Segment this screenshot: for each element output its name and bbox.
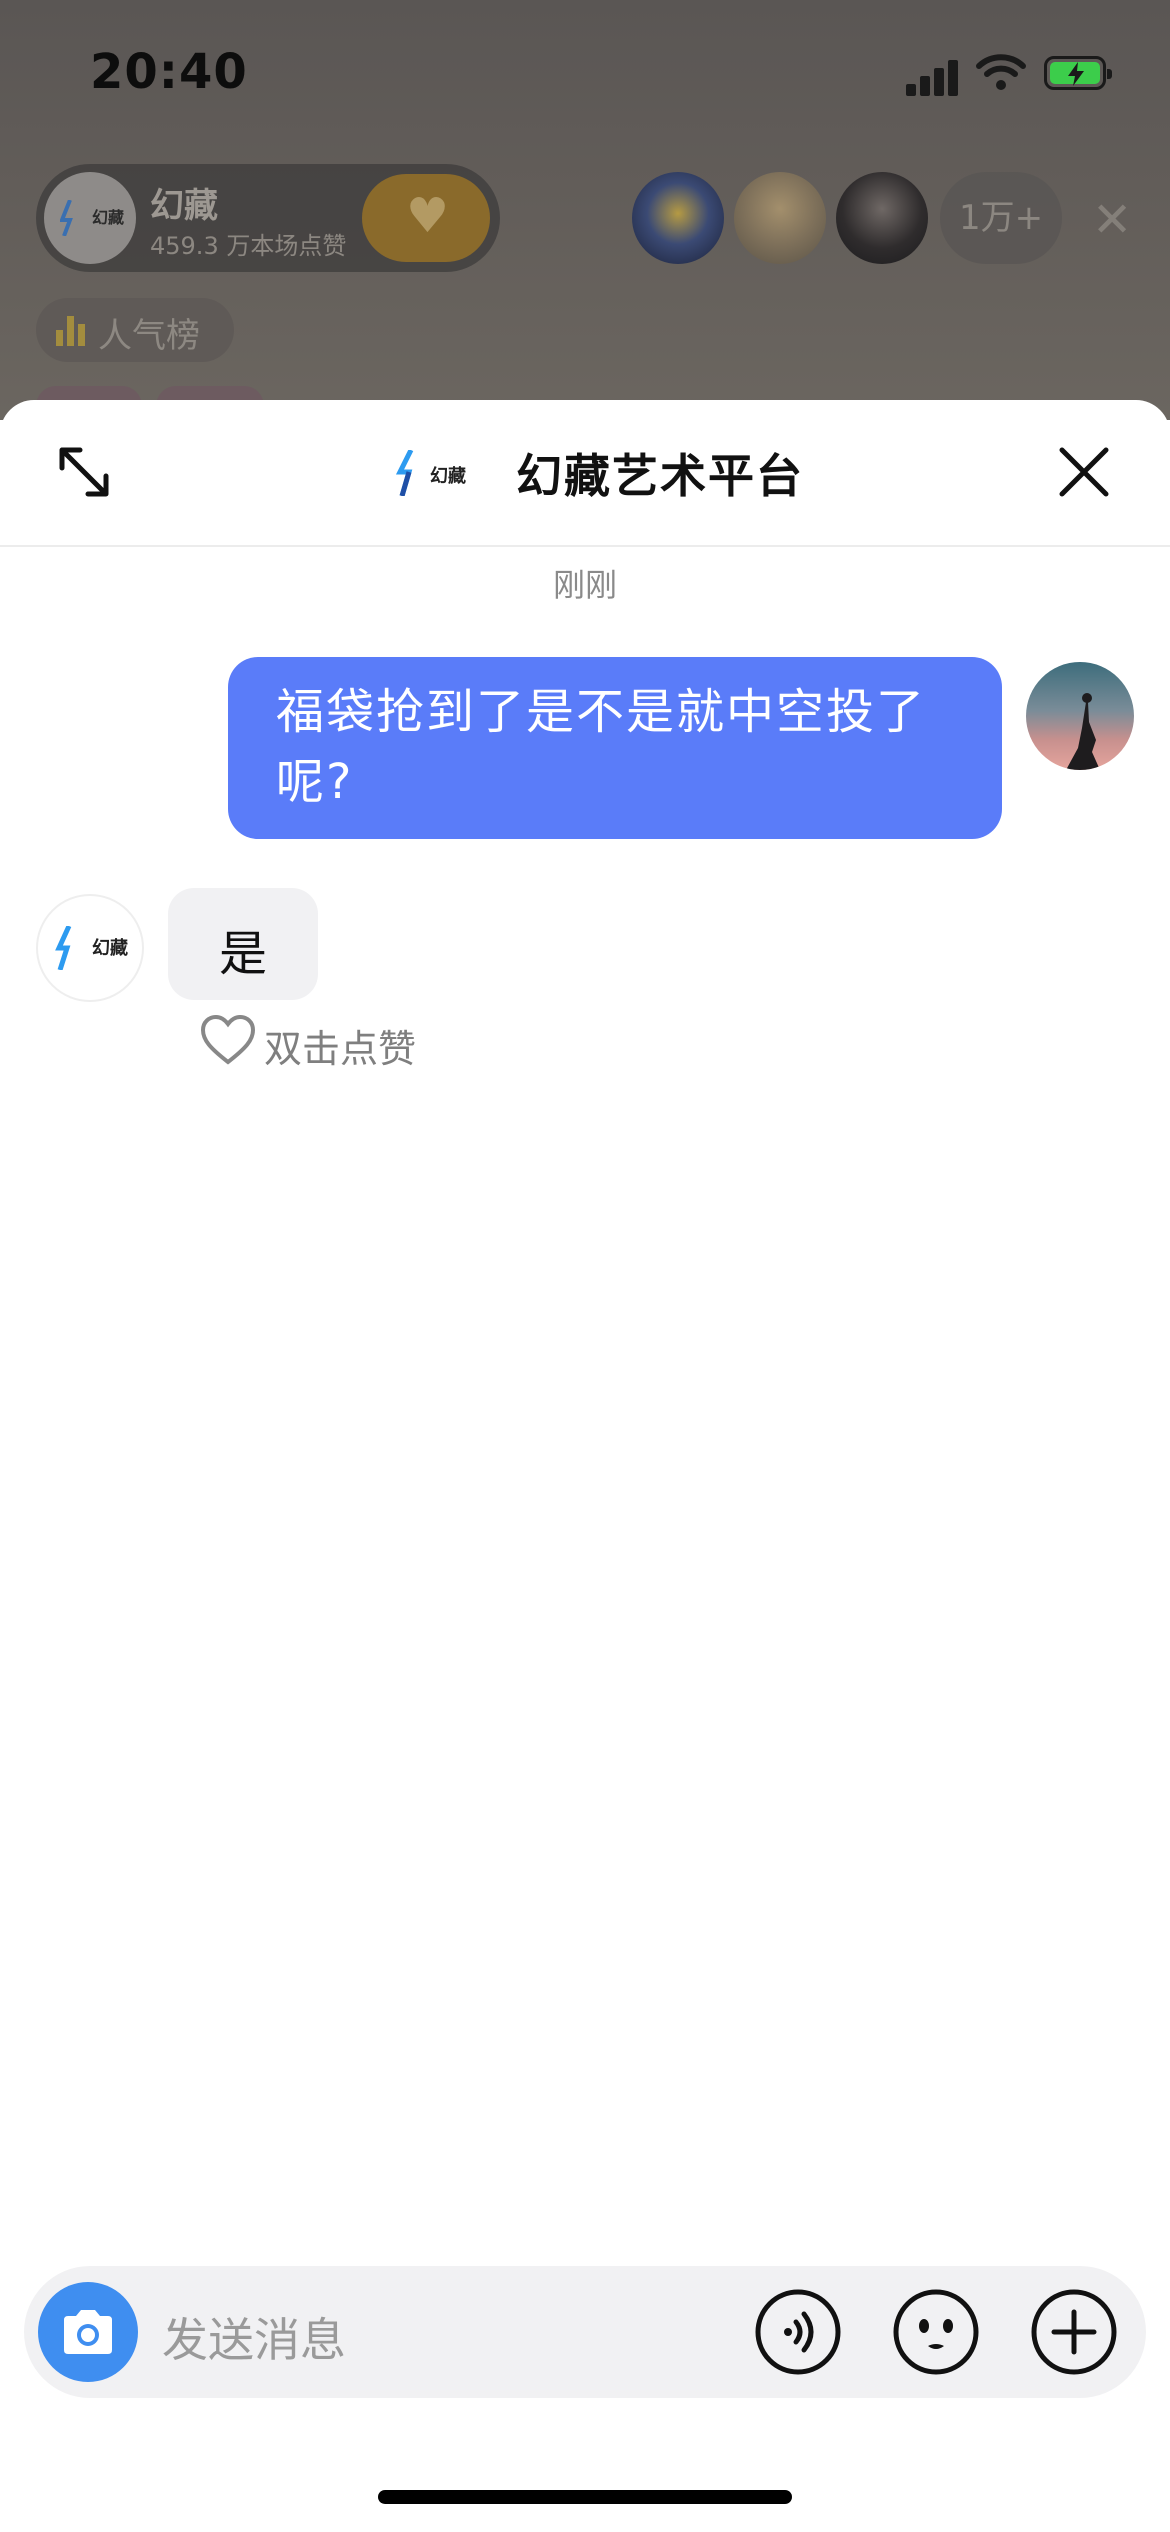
- user-avatar[interactable]: [1026, 662, 1134, 770]
- message-text: 是: [218, 926, 267, 982]
- close-icon[interactable]: [1056, 444, 1112, 500]
- platform-avatar-text: 幻藏: [92, 938, 128, 959]
- logo-text: 幻藏: [430, 466, 466, 487]
- camera-button[interactable]: [38, 2282, 138, 2382]
- heart-icon: [200, 1014, 256, 1065]
- message-input[interactable]: 发送消息: [162, 2304, 346, 2370]
- like-hint-text: 双击点赞: [264, 1027, 417, 1071]
- plus-icon[interactable]: [1030, 2288, 1118, 2376]
- camera-icon: [64, 2310, 112, 2354]
- viewer-avatar[interactable]: [734, 172, 826, 264]
- status-bar: 20:40: [0, 0, 1170, 150]
- message-text: 福袋抢到了是不是就中空投了呢?: [276, 684, 927, 810]
- home-indicator: [378, 2490, 792, 2504]
- emoji-icon[interactable]: [892, 2288, 980, 2376]
- expand-icon[interactable]: [56, 444, 112, 500]
- follow-button[interactable]: ♥: [362, 174, 490, 262]
- heart-plus-icon: ♥: [406, 188, 450, 244]
- incoming-message-bubble[interactable]: 是: [168, 888, 318, 1000]
- outgoing-message-bubble[interactable]: 福袋抢到了是不是就中空投了呢?: [228, 657, 1002, 839]
- rank-label: 人气榜: [98, 316, 200, 356]
- anchor-name: 幻藏: [150, 186, 218, 226]
- status-time: 20:40: [90, 44, 248, 100]
- viewer-count[interactable]: 1万+: [940, 172, 1062, 264]
- chat-title: 幻藏艺术平台: [516, 449, 804, 503]
- signal-icon: [906, 58, 958, 96]
- message-timestamp: 刚刚: [552, 566, 617, 604]
- viewer-avatar[interactable]: [836, 172, 928, 264]
- message-input-bar: 发送消息: [24, 2266, 1146, 2398]
- anchor-card[interactable]: 幻藏 幻藏 459.3 万本场点赞 ♥: [36, 164, 500, 272]
- chat-sheet: 幻藏 幻藏艺术平台 刚刚 福袋抢到了是不是就中空投了呢? 幻藏 是 双击点赞: [0, 400, 1170, 2532]
- anchor-avatar-text: 幻藏: [92, 208, 125, 227]
- anchor-avatar[interactable]: 幻藏: [44, 172, 136, 264]
- wifi-icon: [976, 54, 1026, 90]
- platform-avatar[interactable]: 幻藏: [36, 894, 144, 1002]
- popularity-rank-button[interactable]: 人气榜: [36, 298, 234, 362]
- voice-icon[interactable]: [754, 2288, 842, 2376]
- close-icon[interactable]: ✕: [1092, 192, 1132, 248]
- anchor-likes: 459.3 万本场点赞: [150, 232, 347, 260]
- viewer-avatar[interactable]: [632, 172, 724, 264]
- battery-icon: [1044, 56, 1112, 90]
- chat-header: 幻藏 幻藏艺术平台: [0, 400, 1170, 547]
- platform-logo: 幻藏: [390, 448, 470, 498]
- rank-icon: [56, 316, 86, 346]
